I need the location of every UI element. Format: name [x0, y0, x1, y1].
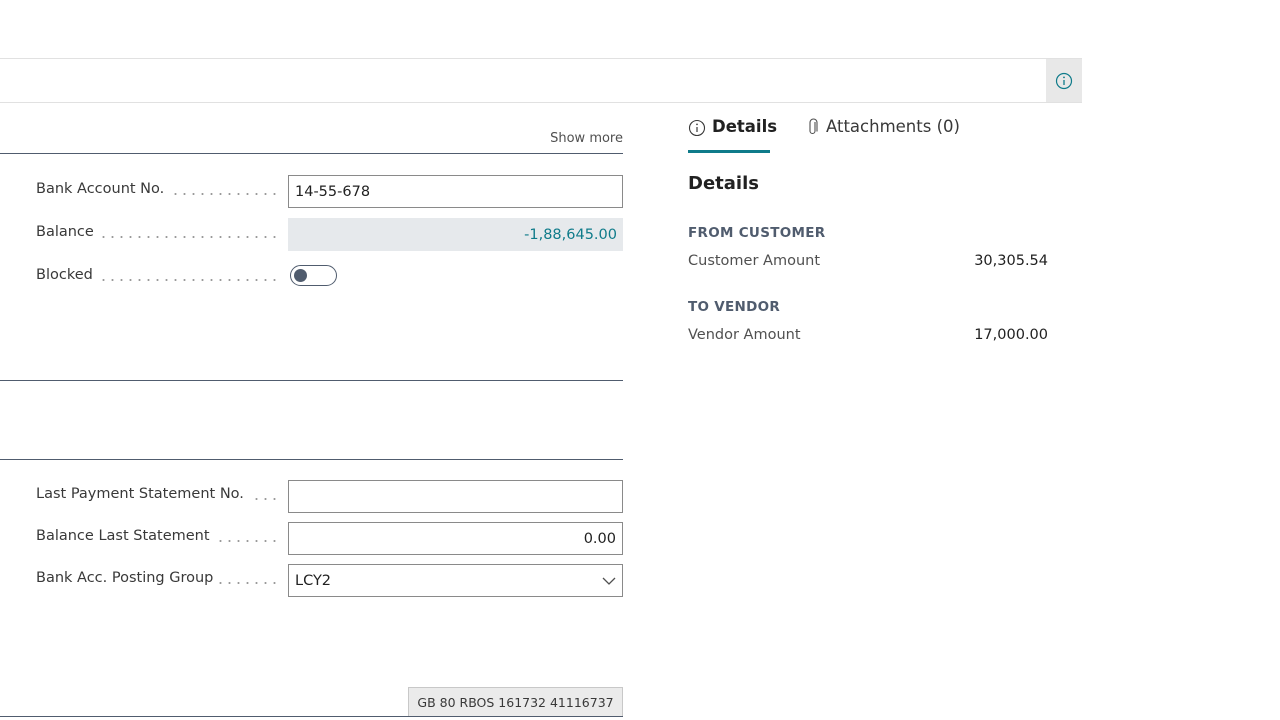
blocked-label: Blocked: [36, 267, 99, 283]
last-payment-statement-no-row: Last Payment Statement No.: [36, 480, 623, 513]
factbox-tabs: Details Attachments (0): [688, 103, 1048, 153]
customer-amount-row: Customer Amount 30,305.54: [688, 253, 1048, 269]
bank-acc-posting-group-row: Bank Acc. Posting Group LCY2: [36, 564, 623, 597]
to-vendor-heading: TO VENDOR: [688, 299, 781, 315]
iban-tag: GB 80 RBOS 161732 41116737: [408, 687, 623, 717]
blocked-row: Blocked: [36, 261, 623, 294]
chevron-down-icon: [602, 577, 616, 585]
bank-acc-posting-group-select[interactable]: LCY2: [288, 564, 623, 597]
section-divider: [0, 153, 623, 154]
general-form: Show more Bank Account No. 14-55-678 Bal…: [0, 103, 623, 720]
paperclip-icon: [809, 118, 818, 135]
customer-amount-value[interactable]: 30,305.54: [974, 253, 1048, 269]
tab-details[interactable]: Details: [688, 117, 777, 153]
balance-row: Balance -1,88,645.00: [36, 218, 623, 251]
vendor-amount-value[interactable]: 17,000.00: [974, 327, 1048, 343]
balance-last-statement-input[interactable]: 0.00: [288, 522, 623, 555]
action-bar: [0, 58, 1082, 103]
info-icon: [1055, 72, 1073, 89]
show-more-link[interactable]: Show more: [550, 131, 623, 146]
vendor-amount-label: Vendor Amount: [688, 327, 801, 343]
balance-last-statement-label: Balance Last Statement: [36, 528, 216, 544]
tab-attachments-label: Attachments (0): [826, 117, 960, 136]
section-divider: [0, 716, 623, 717]
balance-last-statement-row: Balance Last Statement 0.00: [36, 522, 623, 555]
balance-value[interactable]: -1,88,645.00: [288, 218, 623, 251]
balance-label: Balance: [36, 224, 100, 240]
bank-acc-posting-group-label: Bank Acc. Posting Group: [36, 570, 220, 586]
tab-attachments[interactable]: Attachments (0): [806, 117, 960, 153]
from-customer-heading: FROM CUSTOMER: [688, 225, 826, 241]
info-icon: [688, 119, 706, 137]
blocked-toggle[interactable]: [290, 265, 337, 286]
last-payment-statement-no-label: Last Payment Statement No.: [36, 486, 250, 502]
bank-account-no-input[interactable]: 14-55-678: [288, 175, 623, 208]
last-payment-statement-no-input[interactable]: [288, 480, 623, 513]
bank-account-no-label: Bank Account No.: [36, 181, 171, 197]
customer-amount-label: Customer Amount: [688, 253, 821, 269]
bank-account-card: Show more Bank Account No. 14-55-678 Bal…: [0, 0, 1280, 720]
factbox-title: Details: [688, 173, 759, 194]
tab-details-label: Details: [712, 117, 778, 136]
vendor-amount-row: Vendor Amount 17,000.00: [688, 327, 1048, 343]
toggle-knob: [294, 269, 307, 282]
section-divider: [0, 380, 623, 381]
active-tab-indicator: [688, 150, 770, 153]
posting-group-value: LCY2: [295, 572, 332, 589]
bank-account-no-row: Bank Account No. 14-55-678: [36, 175, 623, 208]
factbox-toggle-button[interactable]: [1046, 59, 1082, 102]
section-divider: [0, 459, 623, 460]
factbox-pane: Details Attachments (0) Details FROM CUS…: [688, 103, 1048, 343]
